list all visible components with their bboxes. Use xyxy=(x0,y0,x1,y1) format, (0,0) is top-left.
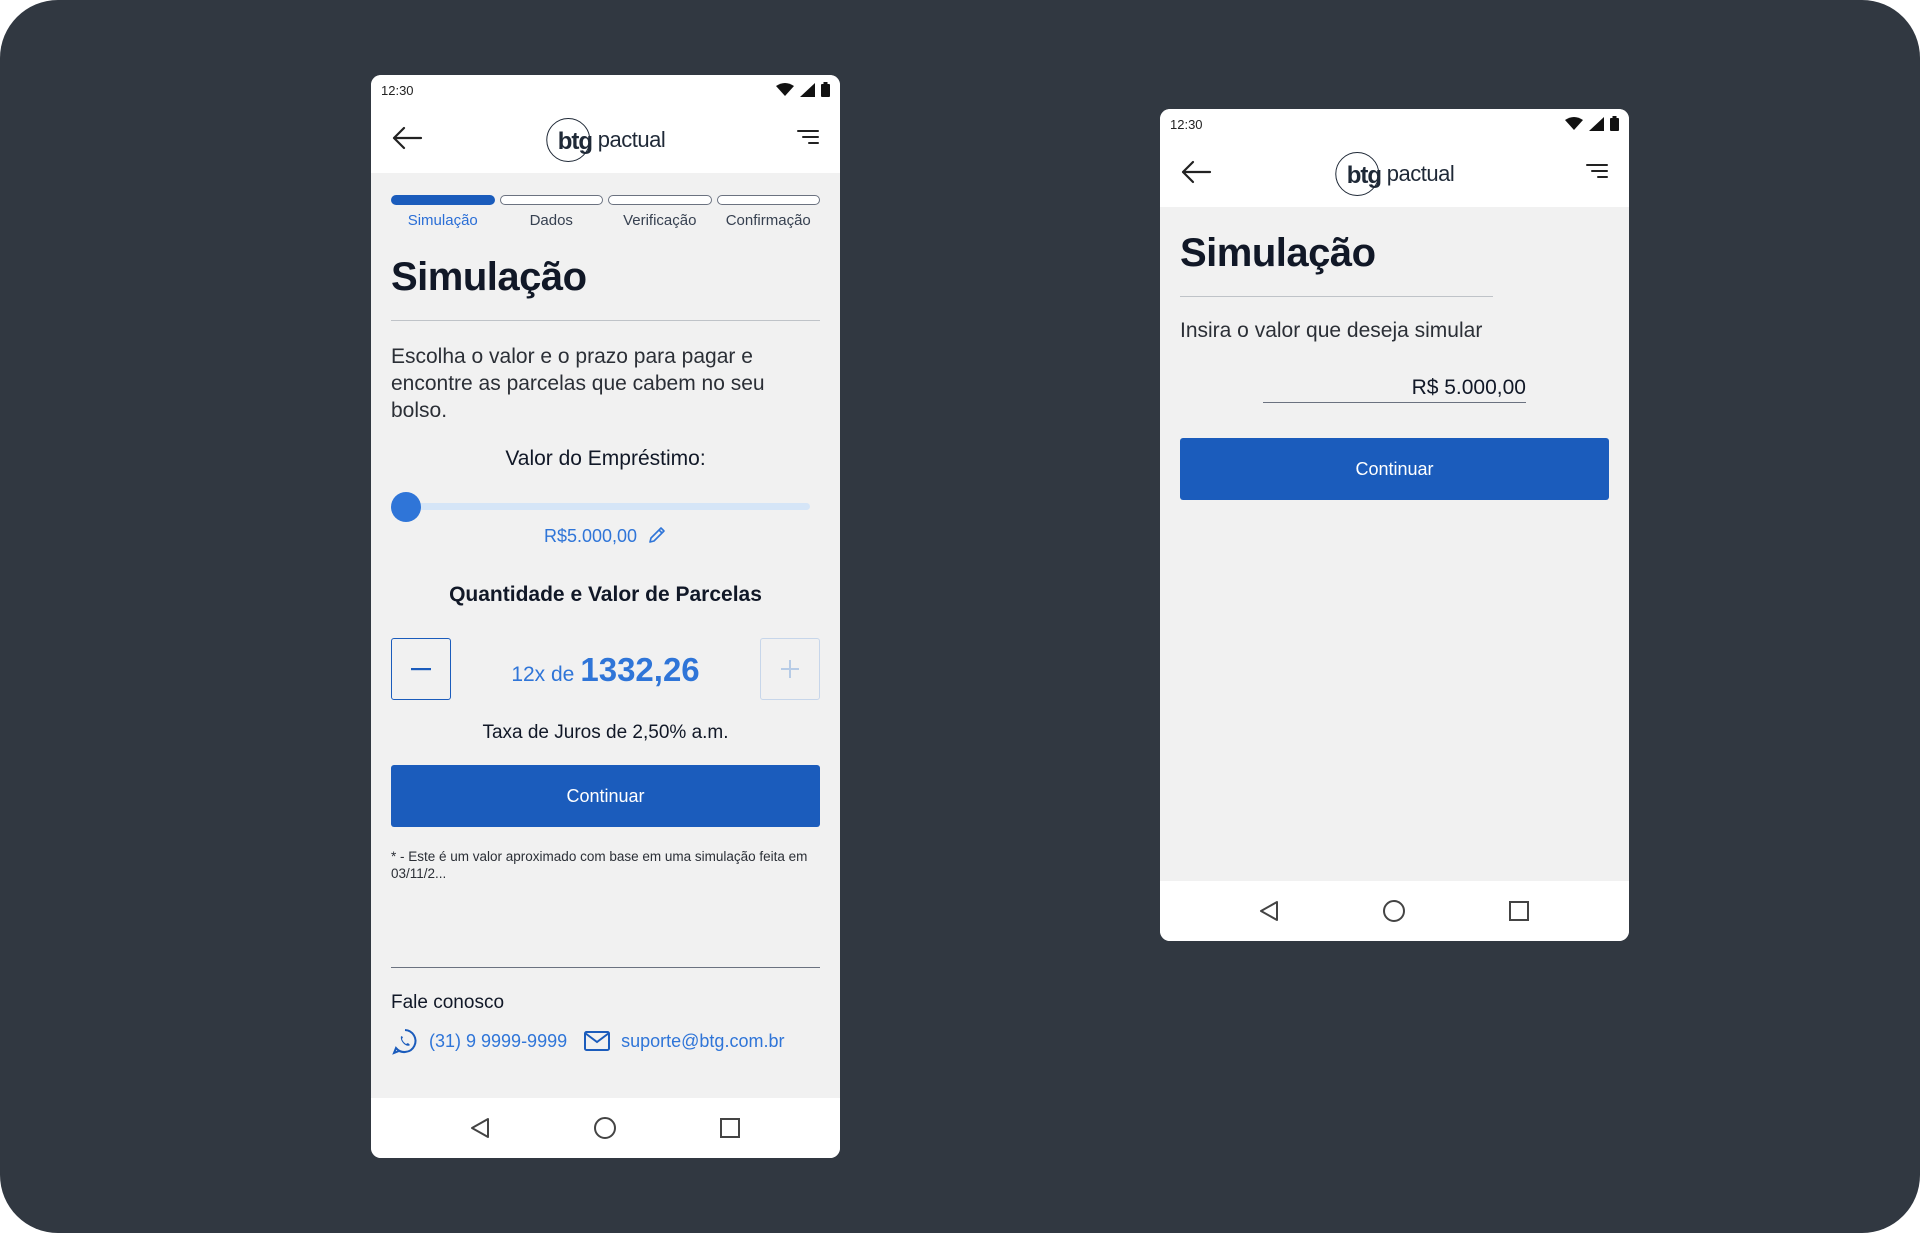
brand-logo: btg pactual xyxy=(545,117,666,163)
step-bar xyxy=(608,195,712,205)
step-label: Dados xyxy=(529,212,573,229)
wifi-icon xyxy=(1565,116,1583,130)
page-title: Simulação xyxy=(391,255,587,299)
loan-value-display: R$5.000,00 xyxy=(371,525,840,547)
title-divider xyxy=(391,320,820,321)
installment-display: 12x de 1332,26 xyxy=(461,651,750,689)
signal-icon xyxy=(1589,116,1604,131)
installment-amount: 1332,26 xyxy=(580,651,700,688)
interest-rate: Taxa de Juros de 2,50% a.m. xyxy=(482,722,729,743)
logo-pactual-text: pactual xyxy=(597,127,666,152)
logo-circle: btg xyxy=(1334,152,1382,196)
step-confirmacao: Confirmação xyxy=(716,195,820,229)
step-label: Verificação xyxy=(623,212,697,229)
signal-icon xyxy=(800,82,815,97)
contact-title: Fale conosco xyxy=(391,992,505,1013)
loan-slider-track[interactable] xyxy=(401,503,810,510)
phone-simulation-input: 12:30 btg pactual Simulação Insira o val… xyxy=(1160,109,1629,941)
progress-steps: Simulação Dados Verificação Confirmação xyxy=(391,195,820,229)
minus-icon xyxy=(411,668,431,671)
app-header: btg pactual xyxy=(371,105,840,173)
footer-divider xyxy=(391,967,820,968)
step-label: Confirmação xyxy=(725,212,811,229)
android-nav-bar xyxy=(371,1098,840,1158)
decrease-installments-button[interactable] xyxy=(391,638,451,700)
app-header: btg pactual xyxy=(1160,139,1629,207)
page-title: Simulação xyxy=(1180,231,1376,275)
logo-pactual-text: pactual xyxy=(1386,161,1455,186)
amount-input[interactable] xyxy=(1263,376,1526,403)
page-description: Escolha o valor e o prazo para pagar e e… xyxy=(391,345,765,422)
continue-button[interactable]: Continuar xyxy=(1180,438,1609,500)
contact-phone-link[interactable]: (31) 9 9999-9999 xyxy=(429,1031,567,1052)
wifi-icon xyxy=(776,82,794,96)
plus-icon xyxy=(781,660,799,678)
loan-value-text: R$5.000,00 xyxy=(543,526,638,546)
step-label: Simulação xyxy=(407,212,478,229)
battery-icon xyxy=(821,82,830,97)
pencil-icon[interactable] xyxy=(647,525,667,545)
loan-slider-thumb[interactable] xyxy=(391,492,421,522)
menu-icon[interactable] xyxy=(796,127,820,147)
logo-btg-text: btg xyxy=(1346,162,1382,189)
logo-btg-text: btg xyxy=(557,128,593,155)
contact-row: (31) 9 9999-9999 suporte@btg.com.br xyxy=(391,1027,784,1055)
continue-button[interactable]: Continuar xyxy=(391,765,820,827)
square-recent-icon[interactable] xyxy=(1507,899,1531,923)
step-bar xyxy=(391,195,495,205)
status-time: 12:30 xyxy=(1170,117,1203,132)
loan-label: Valor do Empréstimo: xyxy=(505,447,706,470)
circle-home-icon[interactable] xyxy=(1382,899,1406,923)
step-verificacao: Verificação xyxy=(608,195,712,229)
android-nav-bar xyxy=(1160,881,1629,941)
step-bar xyxy=(716,195,820,205)
installment-count: 12x de xyxy=(511,663,575,686)
title-divider xyxy=(1180,296,1493,297)
triangle-back-icon[interactable] xyxy=(468,1116,492,1140)
mail-icon xyxy=(584,1031,611,1051)
battery-icon xyxy=(1610,116,1619,131)
status-bar: 12:30 xyxy=(1160,109,1629,139)
step-simulacao: Simulação xyxy=(391,195,495,229)
back-arrow-icon[interactable] xyxy=(391,125,423,151)
disclaimer-text: * - Este é um valor aproximado com base … xyxy=(391,849,808,881)
installments-label: Quantidade e Valor de Parcelas xyxy=(449,583,762,606)
amount-prompt: Insira o valor que deseja simular xyxy=(1180,319,1483,342)
step-dados: Dados xyxy=(499,195,603,229)
triangle-back-icon[interactable] xyxy=(1257,899,1281,923)
increase-installments-button[interactable] xyxy=(760,638,820,700)
whatsapp-icon xyxy=(392,1029,417,1055)
status-time: 12:30 xyxy=(381,83,414,98)
menu-icon[interactable] xyxy=(1585,161,1609,181)
logo-circle: btg xyxy=(545,118,593,162)
back-arrow-icon[interactable] xyxy=(1180,159,1212,185)
phone-simulation-slider: 12:30 btg pactual Simulação Dados Verifi… xyxy=(371,75,840,1158)
square-recent-icon[interactable] xyxy=(718,1116,742,1140)
status-bar: 12:30 xyxy=(371,75,840,105)
step-bar xyxy=(499,195,603,205)
presentation-frame: 12:30 btg pactual Simulação Dados Verifi… xyxy=(0,0,1920,1233)
contact-email-link[interactable]: suporte@btg.com.br xyxy=(621,1031,784,1052)
circle-home-icon[interactable] xyxy=(593,1116,617,1140)
brand-logo: btg pactual xyxy=(1334,151,1455,197)
